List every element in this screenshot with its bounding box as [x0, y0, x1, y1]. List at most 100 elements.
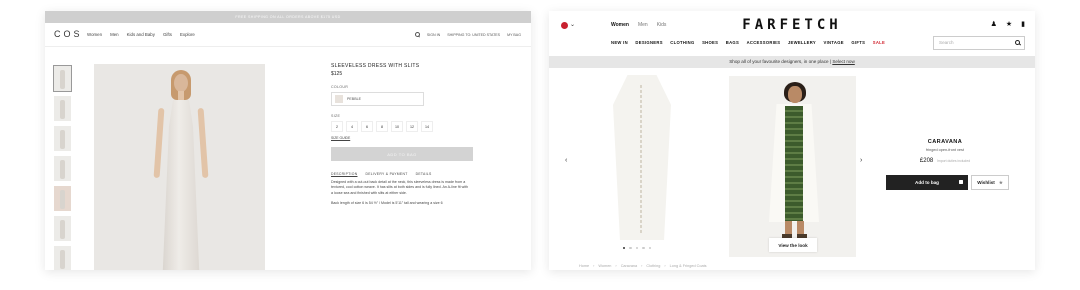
cos-product-image[interactable]	[94, 64, 265, 270]
cos-fit-note: Back length of size 6 is 54 ½" / Model i…	[331, 201, 443, 206]
carousel-dot[interactable]	[629, 247, 632, 250]
cos-info-tabs: DESCRIPTION DELIVERY & PAYMENT DETAILS	[331, 172, 481, 176]
ff-product-name: fringed open-front vest	[926, 148, 964, 152]
chevron-right-icon[interactable]: ›	[860, 157, 862, 164]
cos-thumbnail[interactable]	[53, 65, 72, 92]
cos-menu-kids-baby[interactable]: Kids and Baby	[127, 32, 155, 37]
model-face	[174, 74, 188, 92]
cos-menu-explore[interactable]: Explore	[180, 32, 195, 37]
ff-wishlist-label: Wishlist	[977, 180, 995, 185]
model-neck	[178, 91, 184, 101]
ff-header-icons: ♟ ★ ▮	[991, 20, 1025, 28]
ff-cat-gifts[interactable]: GIFTS	[851, 40, 865, 45]
ff-header: ⌄ Women Men Kids FARFETCH ♟ ★ ▮ NEW IN D…	[549, 11, 1035, 55]
farfetch-product-page: ⌄ Women Men Kids FARFETCH ♟ ★ ▮ NEW IN D…	[549, 11, 1035, 270]
carousel-dot[interactable]	[635, 247, 639, 250]
size-option[interactable]: 4	[346, 121, 358, 132]
ff-promo-link[interactable]: Select now	[832, 59, 854, 64]
ff-add-to-bag-button[interactable]: Add to bag	[886, 175, 968, 190]
cos-thumbnail-list	[53, 65, 72, 270]
breadcrumb-separator: ›	[641, 264, 643, 268]
ff-logo[interactable]: FARFETCH	[549, 17, 1035, 33]
cos-thumbnail[interactable]	[54, 186, 71, 211]
model-dress	[785, 106, 803, 221]
ff-cat-clothing[interactable]: CLOTHING	[670, 40, 694, 45]
cos-bag-link[interactable]: MY BAG	[507, 33, 521, 37]
ff-cat-sale[interactable]: SALE	[873, 40, 885, 45]
carousel-dot[interactable]	[648, 247, 651, 250]
ff-price-note: Import duties included	[936, 159, 971, 163]
carousel-dot[interactable]	[642, 247, 645, 250]
cos-size-guide-link[interactable]: SIZE GUIDE	[331, 136, 481, 140]
cos-thumbnail[interactable]	[54, 96, 71, 121]
cos-colour-label: COLOUR	[331, 85, 349, 89]
ff-cat-jewellery[interactable]: JEWELLERY	[788, 40, 816, 45]
size-option[interactable]: 6	[361, 121, 373, 132]
cos-shipping-banner: FREE SHIPPING ON ALL ORDERS ABOVE $175 U…	[45, 11, 531, 23]
tab-description[interactable]: DESCRIPTION	[331, 172, 357, 176]
size-option[interactable]: 2	[331, 121, 343, 132]
search-placeholder: Search	[939, 40, 954, 45]
ff-cat-new-in[interactable]: NEW IN	[611, 40, 628, 45]
cos-header-utilities: SIGN IN SHIPPING TO: UNITED STATES MY BA…	[414, 32, 521, 37]
ff-cat-bags[interactable]: BAGS	[726, 40, 739, 45]
ff-product-price: £208 Import duties included	[885, 158, 1005, 164]
model-face	[788, 86, 802, 103]
star-icon[interactable]: ★	[1006, 20, 1012, 28]
carousel-dot[interactable]	[623, 247, 626, 250]
breadcrumb-item[interactable]: Home	[579, 264, 589, 268]
ff-product-image-2[interactable]	[729, 76, 856, 257]
search-icon[interactable]	[1015, 40, 1020, 45]
size-option[interactable]: 10	[391, 121, 403, 132]
ff-category-nav: NEW IN DESIGNERS CLOTHING SHOES BAGS ACC…	[611, 40, 885, 45]
ff-cat-shoes[interactable]: SHOES	[702, 40, 718, 45]
view-the-look-button[interactable]: View the look	[769, 238, 817, 252]
size-option[interactable]: 8	[376, 121, 388, 132]
bag-icon[interactable]: ▮	[1021, 20, 1025, 28]
size-option[interactable]: 14	[421, 121, 433, 132]
cos-menu-women[interactable]: Women	[87, 32, 102, 37]
breadcrumb-item: Long & Fringed Coats	[669, 264, 707, 268]
account-icon[interactable]: ♟	[991, 20, 997, 28]
cos-menu-gifts[interactable]: Gifts	[163, 32, 172, 37]
cos-thumbnail[interactable]	[54, 156, 71, 181]
search-icon[interactable]	[414, 32, 420, 37]
cos-add-to-bag-button[interactable]: ADD TO BAG	[331, 147, 473, 161]
search-input[interactable]: Search	[933, 36, 1025, 50]
cos-thumbnail[interactable]	[54, 126, 71, 151]
cos-header: COS Women Men Kids and Baby Gifts Explor…	[45, 23, 531, 47]
tab-delivery-payment[interactable]: DELIVERY & PAYMENT	[365, 172, 407, 176]
cos-product-page: FREE SHIPPING ON ALL ORDERS ABOVE $175 U…	[45, 11, 531, 270]
model-dress	[162, 100, 200, 270]
breadcrumb-item[interactable]: Caravana	[621, 264, 637, 268]
breadcrumb-item[interactable]: Clothing	[646, 264, 660, 268]
ff-add-to-bag-label: Add to bag	[915, 180, 939, 185]
model-arm	[153, 107, 165, 179]
cos-main-menu: Women Men Kids and Baby Gifts Explore	[87, 32, 195, 37]
size-option[interactable]: 12	[406, 121, 418, 132]
cos-thumbnail[interactable]	[54, 246, 71, 270]
gown-fringe-trim	[640, 85, 642, 235]
cos-sign-in-link[interactable]: SIGN IN	[427, 33, 440, 37]
ff-wishlist-button[interactable]: Wishlist ★	[971, 175, 1009, 190]
colour-swatch	[335, 95, 343, 103]
model-arm	[197, 107, 209, 179]
cos-colour-selector[interactable]: PEBBLE	[331, 92, 424, 106]
cos-size-label: SIZE	[331, 114, 341, 118]
ff-promo-text: Shop all of your favourite designers, in…	[729, 59, 829, 64]
ff-cat-designers[interactable]: DESIGNERS	[635, 40, 662, 45]
cos-product-info: SLEEVELESS DRESS WITH SLITS $125 COLOUR …	[331, 63, 481, 206]
ff-cat-vintage[interactable]: VINTAGE	[824, 40, 844, 45]
chevron-left-icon[interactable]: ‹	[565, 157, 567, 164]
ff-product-image-1[interactable]	[609, 75, 675, 245]
cos-menu-men[interactable]: Men	[110, 32, 119, 37]
cos-shipping-selector[interactable]: SHIPPING TO: UNITED STATES	[447, 33, 500, 37]
ff-cat-accessories[interactable]: ACCESSORIES	[747, 40, 781, 45]
cos-logo[interactable]: COS	[54, 29, 83, 39]
breadcrumb-separator: ›	[664, 264, 666, 268]
breadcrumb-item[interactable]: Women	[598, 264, 611, 268]
cos-thumbnail[interactable]	[54, 216, 71, 241]
lock-icon	[959, 180, 963, 184]
ff-product-brand[interactable]: CARAVANA	[885, 139, 1005, 145]
tab-details[interactable]: DETAILS	[416, 172, 432, 176]
